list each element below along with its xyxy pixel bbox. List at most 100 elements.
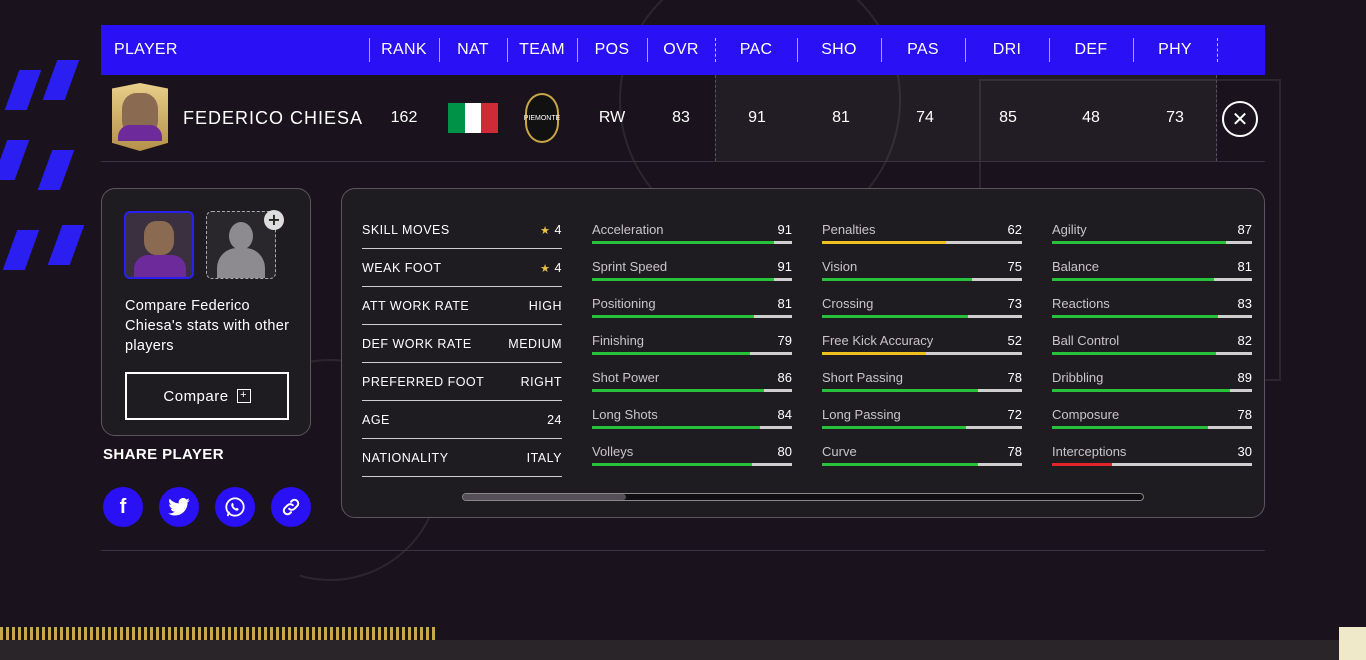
- info-label: SKILL MOVES: [362, 222, 450, 237]
- info-label: AGE: [362, 412, 390, 427]
- attribute-bar-fill: [1052, 463, 1112, 466]
- add-player-icon[interactable]: +: [264, 210, 284, 230]
- attribute-bar-track: [1052, 463, 1252, 466]
- player-ovr: 83: [672, 109, 690, 126]
- background-shapes: [0, 0, 100, 330]
- info-row: ATT WORK RATE HIGH: [362, 287, 562, 325]
- attribute-row: Free Kick Accuracy 52: [822, 300, 1022, 355]
- compare-button-label: Compare: [163, 387, 229, 405]
- whatsapp-icon: [225, 497, 245, 517]
- header-rank[interactable]: RANK: [369, 25, 439, 75]
- attribute-label: Volleys: [592, 444, 634, 459]
- info-label: DEF WORK RATE: [362, 336, 472, 351]
- player-name[interactable]: FEDERICO CHIESA: [183, 75, 363, 161]
- info-value: ★ 4: [540, 223, 562, 237]
- compare-description: Compare Federico Chiesa's stats with oth…: [125, 298, 290, 354]
- info-value-text: 4: [554, 222, 562, 237]
- attribute-row: Composure 78: [1052, 374, 1252, 429]
- header-team[interactable]: TEAM: [507, 25, 577, 75]
- player-position: RW: [598, 109, 626, 126]
- info-value: RIGHT: [521, 375, 562, 389]
- share-title: SHARE PLAYER: [103, 446, 224, 463]
- attribute-value: 30: [1237, 444, 1252, 459]
- info-row: WEAK FOOT ★ 4: [362, 249, 562, 287]
- player-rank: 162: [390, 109, 418, 126]
- footer-bar: [0, 640, 1366, 660]
- stat-pas: 74: [916, 109, 934, 126]
- info-label: NATIONALITY: [362, 450, 449, 465]
- copy-link-button[interactable]: [271, 487, 311, 527]
- info-value-text: MEDIUM: [508, 336, 562, 351]
- header-def[interactable]: DEF: [1049, 25, 1133, 75]
- attributes-scrollbar[interactable]: [462, 493, 1144, 501]
- attribute-row: Agility 87: [1052, 189, 1252, 244]
- info-value: ★ 4: [540, 261, 562, 275]
- attribute-row: Dribbling 89: [1052, 337, 1252, 392]
- stat-def: 48: [1082, 109, 1100, 126]
- corner-badge: [1339, 627, 1366, 660]
- info-value: ITALY: [527, 451, 562, 465]
- team-crest-text: PIEMONTE: [524, 93, 560, 143]
- stat-dri: 85: [999, 109, 1017, 126]
- current-player-avatar: [124, 211, 194, 279]
- attribute-row: Crossing 73: [822, 263, 1022, 318]
- twitter-share-button[interactable]: [159, 487, 199, 527]
- header-dri[interactable]: DRI: [965, 25, 1049, 75]
- attribute-bar-track: [592, 463, 792, 466]
- attribute-row: Reactions 83: [1052, 263, 1252, 318]
- attribute-row: Ball Control 82: [1052, 300, 1252, 355]
- player-row[interactable]: FEDERICO CHIESA 162 PIEMONTE RW 83 91 81…: [101, 75, 1265, 162]
- star-icon: ★: [540, 224, 551, 237]
- info-row: NATIONALITY ITALY: [362, 439, 562, 477]
- attribute-row: Positioning 81: [592, 263, 792, 318]
- player-card-icon: [112, 83, 168, 151]
- attribute-row: Shot Power 86: [592, 337, 792, 392]
- scrollbar-thumb[interactable]: [463, 494, 626, 500]
- header-pac[interactable]: PAC: [715, 25, 797, 75]
- info-label: ATT WORK RATE: [362, 298, 470, 313]
- stats-header: PLAYER RANK NAT TEAM POS OVR PAC SHO PAS…: [101, 25, 1265, 75]
- stat-sho: 81: [832, 109, 850, 126]
- whatsapp-share-button[interactable]: [215, 487, 255, 527]
- attribute-bar-track: [822, 463, 1022, 466]
- info-value-text: 24: [547, 412, 562, 427]
- attribute-row: Curve 78: [822, 411, 1022, 466]
- attribute-value: 80: [777, 444, 792, 459]
- header-pos[interactable]: POS: [577, 25, 647, 75]
- remove-player-button[interactable]: ✕: [1222, 101, 1258, 137]
- stat-pac: 91: [748, 109, 766, 126]
- header-ovr[interactable]: OVR: [647, 25, 715, 75]
- attribute-bar-fill: [822, 463, 978, 466]
- link-icon: [282, 498, 300, 516]
- twitter-icon: [168, 498, 190, 516]
- attribute-row: Short Passing 78: [822, 337, 1022, 392]
- compare-icon: +: [236, 389, 251, 403]
- compare-button[interactable]: Compare +: [125, 372, 289, 420]
- info-row: DEF WORK RATE MEDIUM: [362, 325, 562, 363]
- info-row: SKILL MOVES ★ 4: [362, 211, 562, 249]
- header-sho[interactable]: SHO: [797, 25, 881, 75]
- attribute-row: Balance 81: [1052, 226, 1252, 281]
- compare-panel: + Compare Federico Chiesa's stats with o…: [101, 188, 311, 436]
- header-pas[interactable]: PAS: [881, 25, 965, 75]
- star-icon: ★: [540, 262, 551, 275]
- attribute-row: Interceptions 30: [1052, 411, 1252, 466]
- attribute-value: 78: [1007, 444, 1022, 459]
- info-label: PREFERRED FOOT: [362, 374, 485, 389]
- facebook-share-button[interactable]: f: [103, 487, 143, 527]
- section-divider: [101, 550, 1265, 551]
- attribute-row: Volleys 80: [592, 411, 792, 466]
- attribute-row: Long Passing 72: [822, 374, 1022, 429]
- info-value-text: ITALY: [526, 450, 562, 465]
- attribute-row: Acceleration 91: [592, 189, 792, 244]
- nationality-flag-icon: [439, 75, 507, 161]
- info-value-text: HIGH: [528, 298, 562, 313]
- header-nat[interactable]: NAT: [439, 25, 507, 75]
- info-label: WEAK FOOT: [362, 260, 442, 275]
- info-value: HIGH: [529, 299, 562, 313]
- info-value: 24: [547, 413, 562, 427]
- team-crest-icon: PIEMONTE: [507, 75, 577, 161]
- info-row: PREFERRED FOOT RIGHT: [362, 363, 562, 401]
- header-phy[interactable]: PHY: [1133, 25, 1217, 75]
- attribute-row: Finishing 79: [592, 300, 792, 355]
